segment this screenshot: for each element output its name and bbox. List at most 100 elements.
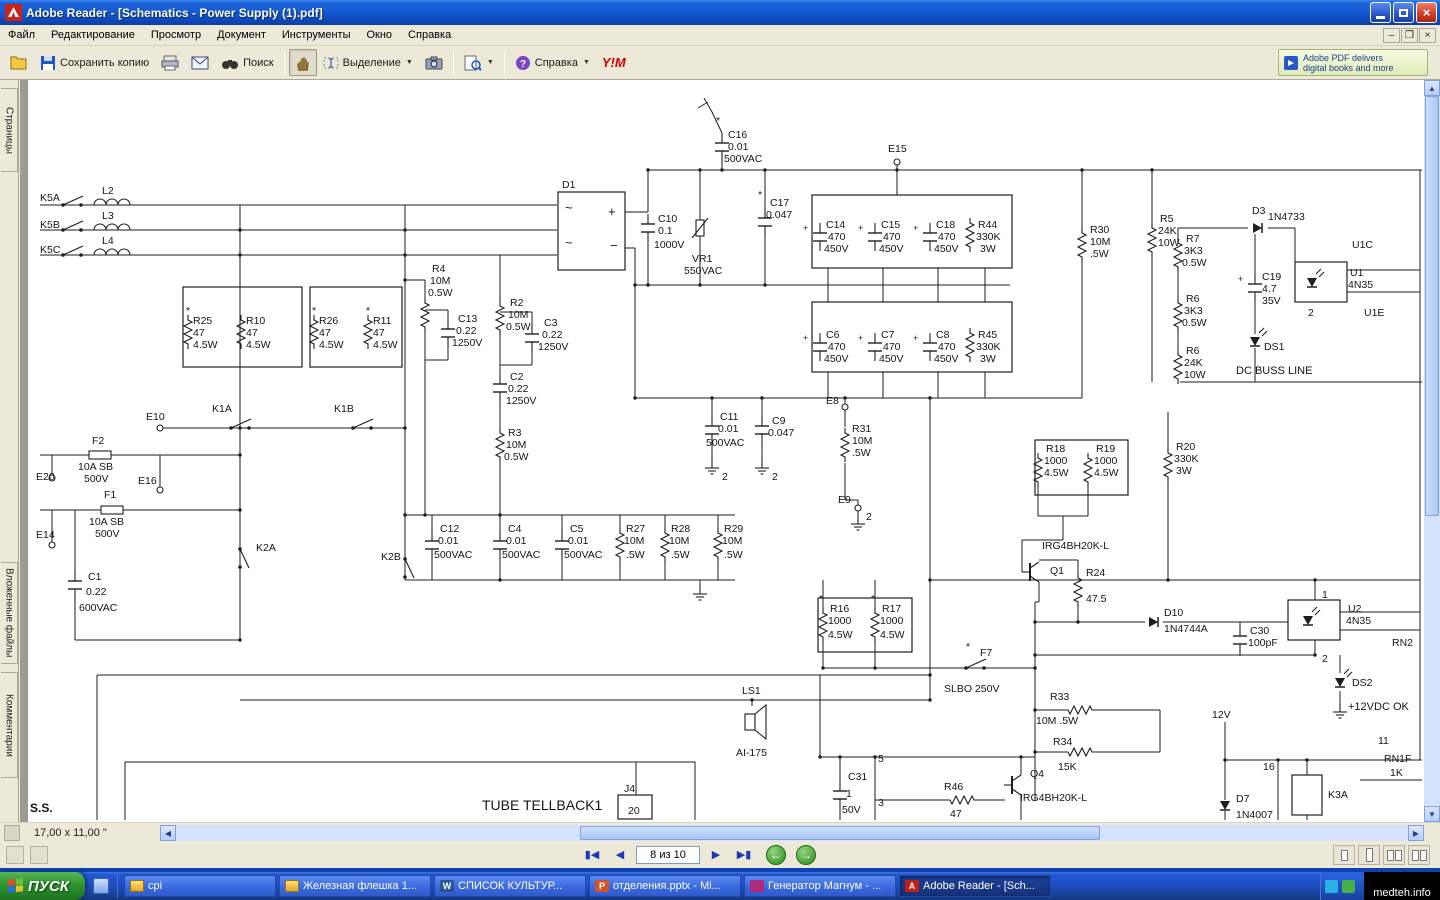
svg-text:10M: 10M [624,535,644,547]
svg-text:10M: 10M [722,535,742,547]
search-button[interactable]: Поиск [215,49,279,76]
close-button[interactable]: × [1416,2,1437,23]
open-button[interactable] [4,49,34,76]
zoom-tool-button[interactable]: ▼ [458,49,500,76]
scroll-down-arrow[interactable]: ▼ [1424,806,1440,822]
svg-text:R20: R20 [1176,441,1195,453]
taskbar-task-2[interactable]: WСПИСОК КУЛЬТУР... [434,875,586,897]
vertical-scroll-thumb[interactable] [1425,96,1439,516]
page-mode-icon[interactable] [6,846,24,864]
svg-text:R45: R45 [978,329,997,341]
envelope-icon [191,56,209,70]
select-tool-button[interactable]: Выделение ▼ [317,49,419,76]
svg-text:10M: 10M [430,275,450,287]
horizontal-scrollbar[interactable]: ◀ ▶ [160,825,1424,841]
sidebar-tab-2[interactable]: Комментарии [1,672,18,778]
svg-text:450V: 450V [934,243,959,255]
yahoo-messenger-button[interactable]: Y!M [596,49,632,76]
first-page-button[interactable]: ▮◀ [580,844,604,865]
svg-text:10M: 10M [506,439,526,451]
svg-text:C16: C16 [728,129,747,141]
doc-minimize-button[interactable]: – [1383,28,1400,43]
help-button[interactable]: ? Справка ▼ [509,49,596,76]
svg-text:20: 20 [628,805,640,817]
layout-mode-icon[interactable] [30,846,48,864]
main-area: СтраницыВложенные файлыКомментарии +++++… [0,80,1440,822]
reader-icon: A [905,880,919,892]
svg-text:E16: E16 [138,475,157,487]
menu-item-5[interactable]: Окно [358,26,400,44]
task-label: Adobe Reader - [Sch... [923,880,1035,892]
svg-text:47: 47 [950,808,962,820]
svg-text:+: + [1238,274,1243,284]
menu-item-0[interactable]: Файл [0,26,43,44]
previous-page-button[interactable]: ◀ [608,844,632,865]
continuous-facing-view-button[interactable] [1408,845,1430,865]
scroll-left-arrow[interactable]: ◀ [160,825,176,841]
page-indicator[interactable]: 8 из 10 [636,846,700,864]
camera-icon [425,56,443,70]
snapshot-button[interactable] [419,49,449,76]
task-label: Генератор Магнум - ... [768,880,881,892]
facing-view-button[interactable] [1383,845,1405,865]
menu-item-3[interactable]: Документ [209,26,274,44]
print-button[interactable] [155,49,185,76]
scroll-right-arrow[interactable]: ▶ [1408,825,1424,841]
svg-text:0.047: 0.047 [766,209,792,221]
last-page-button[interactable]: ▶▮ [732,844,756,865]
horizontal-scroll-thumb[interactable] [580,826,1100,840]
hand-tool-button[interactable] [289,49,317,76]
menu-item-2[interactable]: Просмотр [143,26,209,44]
start-button[interactable]: ПУСК [0,872,85,900]
svg-text:4.5W: 4.5W [828,629,853,641]
schematic-canvas[interactable]: +++++++K5AK5BK5CL2L3L4*R25474.5WR10474.5… [28,80,1424,822]
svg-text:R6: R6 [1186,345,1200,357]
svg-text:0.22: 0.22 [542,329,563,341]
toolbar-separator [453,51,454,75]
taskbar-task-1[interactable]: Железная флешка 1... [279,875,431,897]
taskbar-task-0[interactable]: cpi [124,875,276,897]
svg-text:L4: L4 [102,235,114,247]
svg-text:12V: 12V [1212,709,1231,721]
pane-resize-handle[interactable] [4,825,20,841]
restore-button[interactable] [1393,2,1414,23]
single-page-view-button[interactable] [1333,845,1355,865]
tray-shield-icon[interactable] [1342,880,1355,893]
watermark: medteh.info [1364,872,1440,900]
task-label: Железная флешка 1... [303,880,417,892]
svg-text:C1: C1 [88,571,102,583]
taskbar-task-3[interactable]: Pотделения.pptx - Mi... [589,875,741,897]
svg-text:Q1: Q1 [1050,565,1064,577]
task-label: cpi [148,880,162,892]
menu-item-6[interactable]: Справка [400,26,459,44]
word-icon: W [440,880,454,892]
menu-item-4[interactable]: Инструменты [274,26,359,44]
svg-text:C9: C9 [772,415,786,427]
quick-launch-icon[interactable] [93,878,109,894]
next-page-button[interactable]: ▶ [704,844,728,865]
svg-text:+: + [913,333,918,343]
minimize-button[interactable] [1370,2,1391,23]
svg-text:470: 470 [938,231,956,243]
email-button[interactable] [185,49,215,76]
next-view-button[interactable]: → [796,845,816,865]
doc-close-button[interactable]: × [1419,28,1436,43]
tray-network-icon[interactable] [1325,880,1338,893]
save-copy-label: Сохранить копию [60,57,149,69]
svg-text:R17: R17 [882,603,901,615]
menu-item-1[interactable]: Редактирование [43,26,143,44]
scroll-up-arrow[interactable]: ▲ [1424,80,1440,96]
sidebar-tab-1[interactable]: Вложенные файлы [1,562,18,664]
svg-text:R29: R29 [724,523,743,535]
doc-restore-button[interactable]: ❒ [1401,28,1418,43]
svg-text:R6: R6 [1186,293,1200,305]
vertical-scrollbar[interactable]: ▲ ▼ [1424,80,1440,822]
save-copy-button[interactable]: Сохранить копию [34,49,155,76]
taskbar-task-4[interactable]: Генератор Магнум - ... [744,875,896,897]
sidebar-tab-0[interactable]: Страницы [1,88,18,172]
svg-text:D3: D3 [1252,205,1266,217]
continuous-view-button[interactable] [1358,845,1380,865]
adobe-ad-banner[interactable]: Adobe PDF delivers digital books and mor… [1278,49,1428,76]
previous-view-button[interactable]: ← [766,845,786,865]
taskbar-task-5[interactable]: A Adobe Reader - [Sch... [899,875,1051,897]
